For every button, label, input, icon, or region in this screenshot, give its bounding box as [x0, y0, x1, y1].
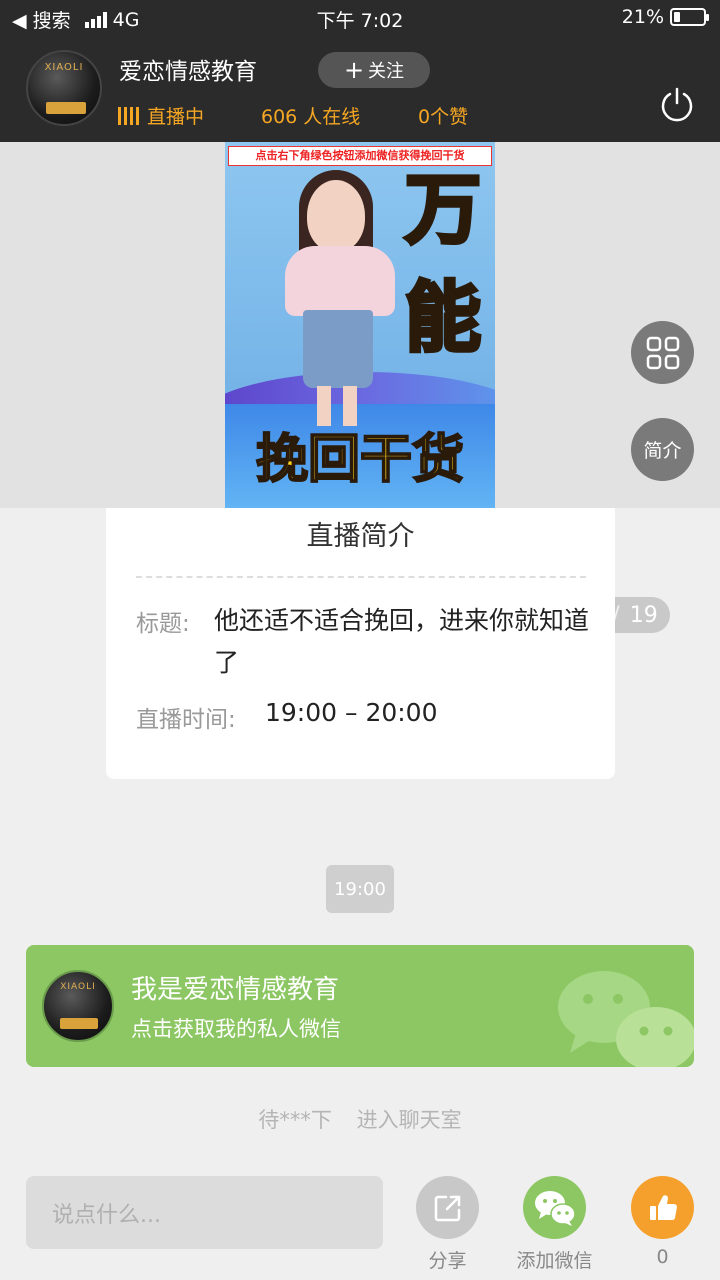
power-icon[interactable] [658, 86, 696, 124]
add-wechat-label: 添加微信 [516, 1250, 593, 1272]
follow-label: 关注 [368, 61, 405, 82]
room-header: XIAOLI 爱恋情感教育 + 关注 直播中 606 人在线 0个赞 [0, 36, 720, 142]
live-status-text: 直播中 [147, 106, 205, 128]
chat-timestamp: 19:00 [326, 865, 394, 913]
status-right: 21% [621, 6, 709, 28]
wechat-card-name: 我是爱恋情感教育 [131, 975, 340, 1005]
wechat-watermark-icon [558, 971, 694, 1067]
grid-icon [646, 336, 679, 369]
intro-divider [136, 576, 586, 578]
live-bars-icon [118, 106, 139, 125]
live-intro-card: 直播简介 标题: 他还适不适合挽回，进来你就知道了 直播时间: 19:00 – … [106, 508, 615, 779]
host-avatar[interactable]: XIAOLI [26, 50, 102, 126]
battery-percent: 21% [621, 6, 664, 28]
like-count: 0 [656, 1246, 669, 1268]
title-value: 他还适不适合挽回，进来你就知道了 [214, 606, 590, 677]
poster-banner: 点击右下角绿色按钮添加微信获得挽回干货 [228, 146, 492, 166]
follow-button[interactable]: + 关注 [318, 52, 430, 88]
header-like-count: 0个赞 [418, 106, 469, 128]
poster-big-char-2: 能 [403, 273, 483, 362]
online-count: 606 人在线 [261, 106, 361, 128]
plus-icon: + [343, 56, 365, 84]
add-wechat-button[interactable] [523, 1176, 586, 1239]
poster-big-char-1: 万 [403, 165, 483, 254]
time-label: 直播时间: [136, 707, 236, 733]
title-label: 标题: [136, 611, 190, 637]
join-notice: 待***下 进入聊天室 [0, 1104, 720, 1134]
poster-title: 挽回干货 [255, 430, 465, 490]
share-label: 分享 [428, 1250, 467, 1272]
join-text: 进入聊天室 [356, 1108, 462, 1132]
intro-heading: 直播简介 [306, 521, 415, 552]
wechat-card-avatar: XIAOLI [42, 970, 114, 1042]
wechat-card[interactable]: XIAOLI 我是爱恋情感教育 点击获取我的私人微信 [26, 945, 694, 1067]
battery-icon [670, 8, 709, 26]
like-button[interactable] [631, 1176, 694, 1239]
live-status: 直播中 [118, 102, 204, 129]
intro-button[interactable]: 简介 [631, 418, 694, 481]
model-top [285, 246, 395, 316]
slide-viewer[interactable]: 点击右下角绿色按钮添加微信获得挽回干货 万 能 挽回干货 简介 3 / 19 [0, 142, 720, 633]
status-time: 下午 7:02 [316, 10, 404, 32]
page-total: 19 [629, 602, 658, 628]
model-skirt [303, 310, 373, 388]
model-leg [343, 386, 357, 426]
grid-button[interactable] [631, 321, 694, 384]
wechat-card-subtitle: 点击获取我的私人微信 [131, 1017, 341, 1041]
live-room-page: ◀ 搜索 4G 下午 7:02 21% XIAOLI 爱恋情感教育 + 关注 直… [0, 0, 720, 1280]
model-face [307, 180, 365, 252]
comment-input[interactable]: 说点什么... [26, 1176, 383, 1249]
status-bar: ◀ 搜索 4G 下午 7:02 21% [0, 0, 720, 36]
time-value: 19:00 – 20:00 [265, 698, 438, 727]
slide-poster[interactable]: 点击右下角绿色按钮添加微信获得挽回干货 万 能 挽回干货 [225, 142, 495, 508]
share-button[interactable] [416, 1176, 479, 1239]
host-name: 爱恋情感教育 [119, 59, 257, 85]
bottom-bar: 说点什么... 分享 添加微信 0 [0, 1160, 720, 1280]
join-user: 待***下 [258, 1108, 332, 1132]
model-leg [317, 386, 331, 426]
wechat-icon [534, 1190, 576, 1226]
share-icon [434, 1195, 460, 1221]
thumbs-up-icon [649, 1194, 677, 1220]
